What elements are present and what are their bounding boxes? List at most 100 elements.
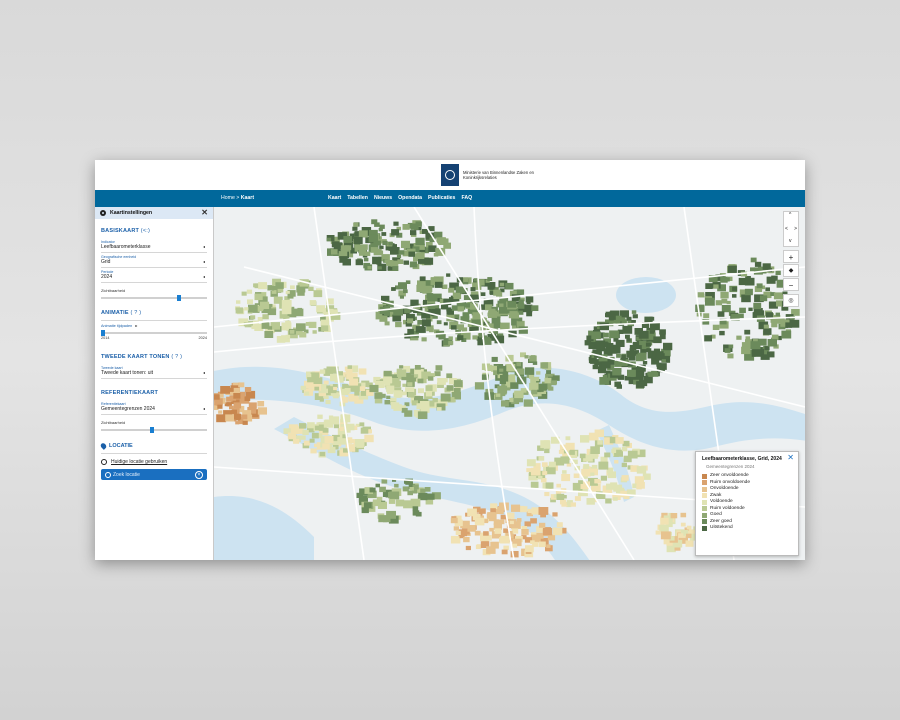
period-select[interactable]: Periode 2024 ◂: [101, 268, 207, 283]
grid-cell: [474, 382, 485, 390]
grid-cell: [399, 365, 404, 369]
indicator-select[interactable]: Indicator Leefbaarometerklasse ◂: [101, 238, 207, 253]
visibility-slider[interactable]: [101, 295, 207, 301]
grid-cell: [538, 383, 548, 391]
grid-cell: [446, 373, 453, 379]
panel-header: Kaartinstellingen ✕: [95, 207, 213, 219]
pan-up-icon[interactable]: ^: [789, 212, 791, 218]
grid-cell: [615, 437, 624, 444]
grid-cell: [609, 316, 614, 321]
use-current-location-button[interactable]: Huidige locatie gebruiken: [101, 459, 207, 465]
nav-kaart[interactable]: Kaart: [328, 195, 341, 201]
grid-cell: [724, 277, 730, 282]
slider-thumb[interactable]: [150, 427, 154, 433]
grid-cell: [406, 318, 414, 324]
grid-cell: [368, 234, 379, 243]
pan-left-icon[interactable]: <: [785, 226, 788, 232]
grid-cell: [300, 385, 306, 391]
grid-cell: [253, 283, 258, 288]
legend-swatch: [702, 480, 707, 486]
nav-tabellen[interactable]: Tabellen: [347, 195, 368, 201]
pan-down-icon[interactable]: v: [789, 238, 792, 244]
dropdown-arrow-icon: ◂: [202, 259, 205, 264]
locate-icon[interactable]: ◎: [783, 294, 799, 307]
nav-opendata[interactable]: Opendata: [398, 195, 422, 201]
grid-cell: [517, 303, 525, 309]
geo-unit-select[interactable]: Geografische eenheid Grid ◂: [101, 253, 207, 268]
grid-cell: [526, 459, 536, 467]
breadcrumb-home[interactable]: Home: [221, 195, 235, 201]
grid-cell: [233, 393, 241, 399]
grid-cell: [602, 374, 608, 379]
grid-cell: [287, 293, 294, 299]
grid-cell: [307, 373, 312, 378]
grid-cell: [299, 423, 306, 429]
grid-cell: [322, 443, 330, 450]
grid-cell: [532, 541, 539, 547]
grid-cell: [296, 323, 306, 332]
help-icon[interactable]: ( ? ): [131, 310, 142, 316]
grid-cell: [446, 273, 451, 277]
grid-cell: [739, 307, 746, 313]
grid-cell: [448, 336, 453, 340]
grid-cell: [561, 474, 571, 482]
grid-cell: [343, 236, 352, 243]
map-view[interactable]: ^ < > v + ◆ − ◎ Leefbaarometerklasse, Gr…: [214, 207, 805, 560]
grid-cell: [540, 440, 551, 449]
grid-cell: [621, 462, 627, 468]
grid-cell: [518, 299, 524, 304]
grid-cell: [741, 346, 751, 355]
grid-cell: [448, 340, 454, 345]
zoom-in-button[interactable]: +: [783, 250, 799, 263]
layers-icon[interactable]: ◆: [783, 264, 799, 277]
grid-cell: [538, 507, 549, 515]
play-icon[interactable]: ▸: [135, 324, 137, 328]
nav-nieuws[interactable]: Nieuws: [374, 195, 392, 201]
pan-control[interactable]: ^ < > v: [783, 211, 799, 247]
zoom-out-button[interactable]: −: [783, 278, 799, 291]
reference-visibility-slider[interactable]: [101, 427, 207, 433]
nav-publicaties[interactable]: Publicaties: [428, 195, 455, 201]
slider-thumb[interactable]: [177, 295, 181, 301]
second-map-select[interactable]: Tweede kaart Tweede kaart tonen: uit ◂: [101, 364, 207, 379]
animation-slider[interactable]: [101, 330, 207, 336]
grid-cell: [401, 240, 410, 248]
grid-cell: [248, 304, 258, 313]
grid-cell: [427, 376, 434, 381]
grid-cell: [302, 429, 309, 435]
grid-cell: [416, 403, 424, 410]
grid-cell: [636, 482, 645, 489]
grid-cell: [764, 346, 770, 351]
grid-cell: [487, 512, 496, 519]
grid-cell: [532, 361, 538, 365]
grid-cell: [216, 414, 227, 423]
grid-cell: [391, 401, 397, 406]
close-panel-button[interactable]: ✕: [201, 208, 208, 217]
animatie-title-text: ANIMATIE: [101, 310, 129, 316]
grid-cell: [351, 385, 360, 392]
grid-cell: [434, 371, 441, 377]
location-search-input[interactable]: [111, 471, 193, 478]
slider-thumb[interactable]: [101, 330, 105, 336]
grid-cell: [349, 378, 359, 386]
grid-cell: [398, 282, 407, 290]
grid-cell: [523, 399, 533, 407]
grid-cell: [540, 362, 549, 369]
grid-cell: [346, 423, 355, 431]
reference-map-select[interactable]: Referentiekaart Gemeentegrenzen 2024 ◂: [101, 400, 207, 415]
pan-right-icon[interactable]: >: [794, 226, 797, 232]
close-legend-button[interactable]: ✕: [787, 453, 794, 462]
grid-cell: [526, 468, 532, 473]
grid-cell: [415, 511, 422, 517]
ministry-logo[interactable]: Ministerie van Binnenlandse Zaken en Kon…: [441, 164, 553, 186]
grid-cell: [396, 369, 407, 377]
clear-search-icon[interactable]: ×: [195, 471, 203, 479]
help-icon[interactable]: ( ? ): [171, 354, 182, 360]
grid-cell: [312, 330, 317, 334]
share-icon[interactable]: (<:): [141, 228, 150, 234]
grid-cell: [235, 421, 240, 425]
grid-cell: [241, 291, 247, 296]
nav-faq[interactable]: FAQ: [461, 195, 472, 201]
grid-cell: [609, 330, 619, 339]
grid-cell: [748, 307, 753, 311]
